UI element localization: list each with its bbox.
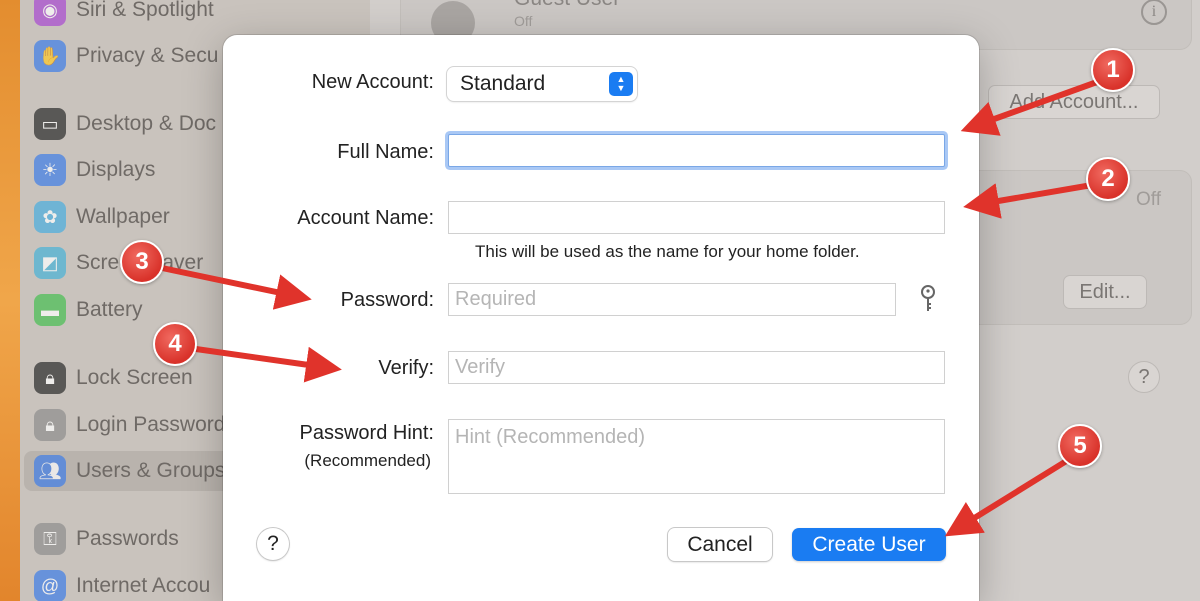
add-account-button[interactable]: Add Account...: [988, 85, 1160, 119]
desktop-icon: ▭: [34, 108, 66, 140]
hand-icon: ✋: [34, 40, 66, 72]
lock-icon: 🔒︎: [34, 409, 66, 441]
screensaver-icon: ◩: [34, 247, 66, 279]
users-icon: 👥︎: [34, 455, 66, 487]
sidebar-item-label: Siri & Spotlight: [76, 0, 214, 21]
sidebar-item-label: Displays: [76, 158, 156, 181]
verify-input[interactable]: [448, 351, 945, 384]
annotation-badge-2: 2: [1086, 157, 1130, 201]
sidebar-item-label: Privacy & Secu: [76, 44, 219, 67]
full-name-label: Full Name:: [337, 141, 434, 163]
sidebar-item-label: Users & Groups: [76, 459, 226, 482]
password-assistant-key-icon[interactable]: [916, 284, 940, 314]
annotation-badge-4: 4: [153, 322, 197, 366]
create-user-button[interactable]: Create User: [792, 528, 946, 561]
help-button-background[interactable]: ?: [1128, 361, 1160, 393]
password-input[interactable]: [448, 283, 896, 316]
account-name-label: Account Name:: [297, 207, 434, 229]
guest-user-status: Off: [514, 13, 533, 29]
account-name-input[interactable]: [448, 201, 945, 234]
new-account-dialog: New Account: Standard ▲ ▼ Full Name: Acco…: [223, 35, 979, 601]
full-name-input[interactable]: [448, 134, 945, 167]
battery-icon: ▬: [34, 294, 66, 326]
new-account-label: New Account:: [311, 71, 434, 93]
annotation-badge-3: 3: [120, 240, 164, 284]
chevron-updown-icon: ▲ ▼: [609, 72, 633, 96]
cancel-button[interactable]: Cancel: [668, 528, 772, 561]
flower-icon: ✿: [34, 201, 66, 233]
account-name-helper: This will be used as the name for your h…: [475, 242, 860, 261]
password-hint-sublabel: (Recommended): [304, 451, 431, 470]
password-hint-input[interactable]: [448, 419, 945, 494]
sidebar-item-label: Passwords: [76, 527, 179, 550]
edit-button[interactable]: Edit...: [1063, 275, 1147, 309]
password-label: Password:: [340, 289, 434, 311]
sidebar-item-label: Desktop & Doc: [76, 112, 217, 135]
siri-icon: ◉: [34, 0, 66, 26]
at-icon: @: [34, 570, 66, 601]
lock-icon: 🔒︎: [34, 362, 66, 394]
sun-icon: ☀: [34, 154, 66, 186]
sidebar-item-label: Lock Screen: [76, 366, 193, 389]
verify-label: Verify:: [378, 357, 434, 379]
sidebar-item-label: Login Password: [76, 413, 226, 436]
key-icon: ⚿: [34, 523, 66, 555]
account-type-value: Standard: [460, 72, 546, 95]
sidebar-item-label: Battery: [76, 298, 143, 321]
annotation-badge-5: 5: [1058, 424, 1102, 468]
guest-user-label: Guest User: [514, 0, 620, 11]
password-hint-label: Password Hint:: [299, 422, 435, 444]
sidebar-item-label: Internet Accou: [76, 574, 211, 597]
auto-login-value[interactable]: Off: [1136, 189, 1161, 211]
help-button[interactable]: ?: [257, 528, 289, 560]
annotation-badge-1: 1: [1091, 48, 1135, 92]
sidebar-item-label: Wallpaper: [76, 205, 170, 228]
sidebar-item-siri-spotlight[interactable]: ◉ Siri & Spotlight: [32, 0, 352, 30]
info-icon[interactable]: i: [1141, 0, 1167, 25]
account-type-select[interactable]: Standard ▲ ▼: [447, 67, 637, 101]
